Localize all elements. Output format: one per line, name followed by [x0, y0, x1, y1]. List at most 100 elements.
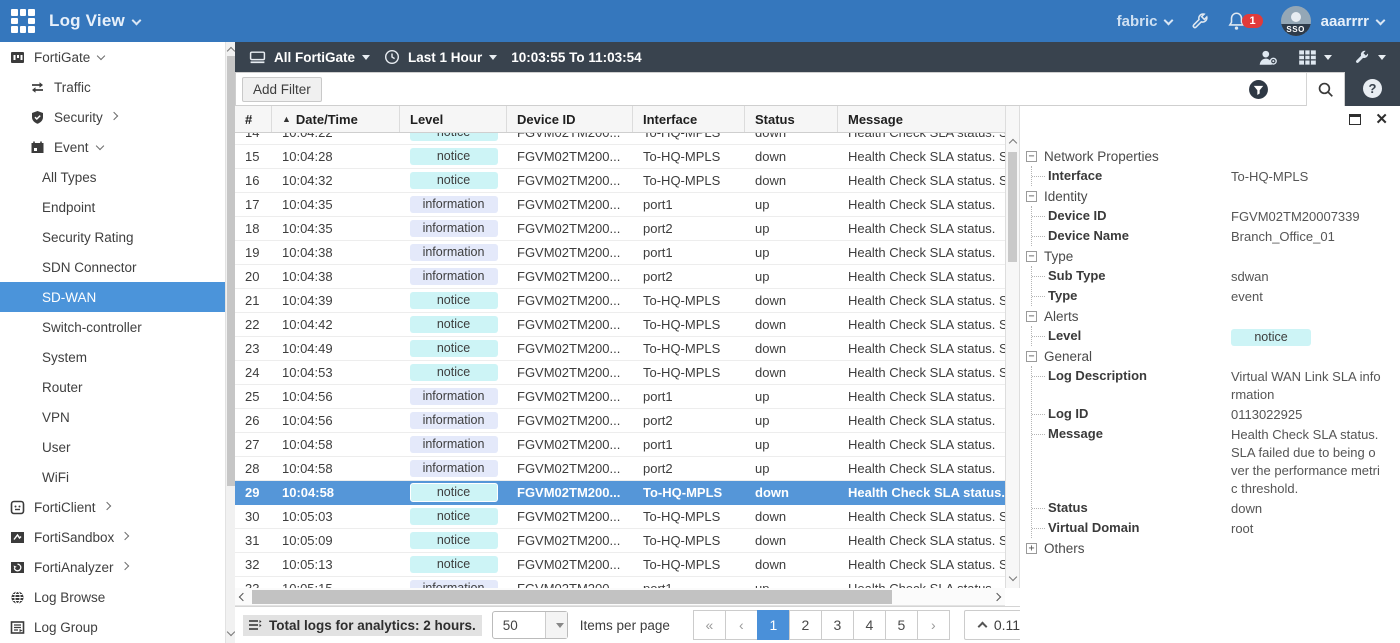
fabric-selector[interactable]: fabric — [1117, 13, 1173, 30]
page-size-select[interactable]: 50 — [492, 611, 568, 639]
column-header-label: # — [245, 112, 252, 127]
log-row-30[interactable]: 3010:05:03noticeFGVM02TM200...To-HQ-MPLS… — [235, 505, 1005, 529]
sidebar-item-wifi[interactable]: WiFi — [0, 462, 225, 492]
add-filter-button[interactable]: Add Filter — [242, 77, 322, 102]
sidebar-item-event[interactable]: Event — [0, 132, 225, 162]
user-menu[interactable]: aaarrrr — [1329, 13, 1384, 30]
sidebar-item-vpn[interactable]: VPN — [0, 402, 225, 432]
collapse-icon[interactable]: − — [1026, 151, 1037, 162]
column-header-interface[interactable]: Interface — [633, 106, 745, 132]
table-horizontal-scrollbar[interactable] — [235, 588, 1005, 606]
expand-icon[interactable]: + — [1026, 543, 1037, 554]
field-key: Message — [1048, 424, 1231, 444]
sidebar-item-router[interactable]: Router — [0, 372, 225, 402]
sidebar-item-endpoint[interactable]: Endpoint — [0, 192, 225, 222]
panel-maximize-icon[interactable] — [1349, 114, 1361, 125]
log-row-33[interactable]: 3310:05:15informationFGVM02TM200port1upH… — [235, 577, 1005, 588]
collapse-icon[interactable]: − — [1026, 351, 1037, 362]
apps-grid-icon[interactable] — [11, 9, 35, 33]
table-scroll-thumb[interactable] — [1008, 152, 1017, 262]
scroll-up-icon[interactable] — [1008, 139, 1016, 147]
page-button-3[interactable]: 3 — [821, 610, 854, 640]
column-header-status[interactable]: Status — [745, 106, 838, 132]
page-nav-button[interactable]: › — [917, 610, 950, 640]
filter-input[interactable]: Add Filter — [235, 72, 1345, 106]
log-row-17[interactable]: 1710:04:35informationFGVM02TM200...port1… — [235, 193, 1005, 217]
filter-funnel-button[interactable] — [1248, 79, 1269, 103]
log-row-21[interactable]: 2110:04:39noticeFGVM02TM200...To-HQ-MPLS… — [235, 289, 1005, 313]
log-row-19[interactable]: 1910:04:38informationFGVM02TM200...port1… — [235, 241, 1005, 265]
sidebar-item-sdn-connector[interactable]: SDN Connector — [0, 252, 225, 282]
panel-close-icon[interactable]: ✕ — [1375, 114, 1388, 125]
sidebar-item-fortianalyzer[interactable]: FortiAnalyzer — [0, 552, 225, 582]
column-settings-button[interactable] — [1298, 49, 1332, 66]
column-header-device-id[interactable]: Device ID — [507, 106, 633, 132]
scroll-down-icon[interactable] — [1008, 573, 1016, 581]
collapse-icon[interactable]: − — [1026, 251, 1037, 262]
log-row-20[interactable]: 2010:04:38informationFGVM02TM200...port2… — [235, 265, 1005, 289]
log-row-28[interactable]: 2810:04:58informationFGVM02TM200...port2… — [235, 457, 1005, 481]
column-header--[interactable]: # — [235, 106, 272, 132]
search-button[interactable] — [1306, 73, 1344, 106]
column-header-message[interactable]: Message — [838, 106, 1005, 132]
scroll-left-icon[interactable] — [239, 593, 247, 601]
sidebar-item-fortisandbox[interactable]: FortiSandbox — [0, 522, 225, 552]
sidebar-item-security[interactable]: Security — [0, 102, 225, 132]
page-button-5[interactable]: 5 — [885, 610, 918, 640]
log-row-25[interactable]: 2510:04:56informationFGVM02TM200...port1… — [235, 385, 1005, 409]
device-selector[interactable]: All FortiGate — [249, 50, 370, 65]
sidebar-item-log-browse[interactable]: Log Browse — [0, 582, 225, 612]
log-row-24[interactable]: 2410:04:53noticeFGVM02TM200...To-HQ-MPLS… — [235, 361, 1005, 385]
chevron-down-icon — [95, 142, 103, 150]
avatar[interactable]: SSO — [1281, 6, 1311, 36]
sidebar-item-user[interactable]: User — [0, 432, 225, 462]
log-row-22[interactable]: 2210:04:42noticeFGVM02TM200...To-HQ-MPLS… — [235, 313, 1005, 337]
log-row-15[interactable]: 1510:04:28noticeFGVM02TM200...To-HQ-MPLS… — [235, 145, 1005, 169]
wrench-icon[interactable] — [1190, 12, 1209, 31]
chevron-down-icon — [97, 52, 105, 60]
sidebar-item-traffic[interactable]: Traffic — [0, 72, 225, 102]
log-row-23[interactable]: 2310:04:49noticeFGVM02TM200...To-HQ-MPLS… — [235, 337, 1005, 361]
scroll-right-icon[interactable] — [993, 593, 1001, 601]
column-header-level[interactable]: Level — [400, 106, 507, 132]
log-row-26[interactable]: 2610:04:56informationFGVM02TM200...port2… — [235, 409, 1005, 433]
notifications-button[interactable]: 1 — [1227, 11, 1262, 31]
user-settings-button[interactable] — [1258, 49, 1278, 66]
time-selector[interactable]: Last 1 Hour — [384, 49, 497, 65]
sidebar-item-security-rating[interactable]: Security Rating — [0, 222, 225, 252]
num-cell: 31 — [235, 529, 272, 552]
log-row-27[interactable]: 2710:04:58informationFGVM02TM200...port1… — [235, 433, 1005, 457]
column-header-date-time[interactable]: ▲Date/Time — [272, 106, 400, 132]
field-key: Device ID — [1048, 206, 1231, 226]
tools-button[interactable] — [1352, 49, 1386, 66]
table-vertical-scrollbar[interactable] — [1005, 106, 1020, 588]
scroll-down-icon[interactable] — [227, 628, 235, 636]
log-row-16[interactable]: 1610:04:32noticeFGVM02TM200...To-HQ-MPLS… — [235, 169, 1005, 193]
help-button[interactable]: ? — [1363, 79, 1382, 98]
log-row-31[interactable]: 3110:05:09noticeFGVM02TM200...To-HQ-MPLS… — [235, 529, 1005, 553]
page-nav-button[interactable]: « — [693, 610, 726, 640]
sidebar-item-system[interactable]: System — [0, 342, 225, 372]
chevron-right-icon — [110, 112, 118, 120]
log-row-29[interactable]: 2910:04:58noticeFGVM02TM200...To-HQ-MPLS… — [235, 481, 1005, 505]
level-cell: information — [400, 433, 507, 456]
sidebar-item-forticlient[interactable]: FortiClient — [0, 492, 225, 522]
log-row-18[interactable]: 1810:04:35informationFGVM02TM200...port2… — [235, 217, 1005, 241]
page-button-2[interactable]: 2 — [789, 610, 822, 640]
collapse-icon[interactable]: − — [1026, 311, 1037, 322]
page-button-1[interactable]: 1 — [757, 610, 790, 640]
log-row-14[interactable]: 1410:04:22noticeFGVM02TM200...To-HQ-MPLS… — [235, 133, 1005, 145]
sidebar-item-log-group[interactable]: Log Group — [0, 612, 225, 642]
log-row-32[interactable]: 3210:05:13noticeFGVM02TM200...To-HQ-MPLS… — [235, 553, 1005, 577]
page-button-4[interactable]: 4 — [853, 610, 886, 640]
section-label: Others — [1044, 541, 1085, 556]
table-hscroll-thumb[interactable] — [252, 590, 892, 604]
sidebar-item-fortigate[interactable]: FortiGate — [0, 42, 225, 72]
sidebar-item-sd-wan[interactable]: SD-WAN — [0, 282, 225, 312]
page-nav-button[interactable]: ‹ — [725, 610, 758, 640]
sidebar-item-all-types[interactable]: All Types — [0, 162, 225, 192]
app-title-chevron-down-icon[interactable] — [131, 15, 141, 25]
sidebar-item-switch-controller[interactable]: Switch-controller — [0, 312, 225, 342]
collapse-icon[interactable]: − — [1026, 191, 1037, 202]
scroll-up-icon[interactable] — [227, 47, 235, 55]
